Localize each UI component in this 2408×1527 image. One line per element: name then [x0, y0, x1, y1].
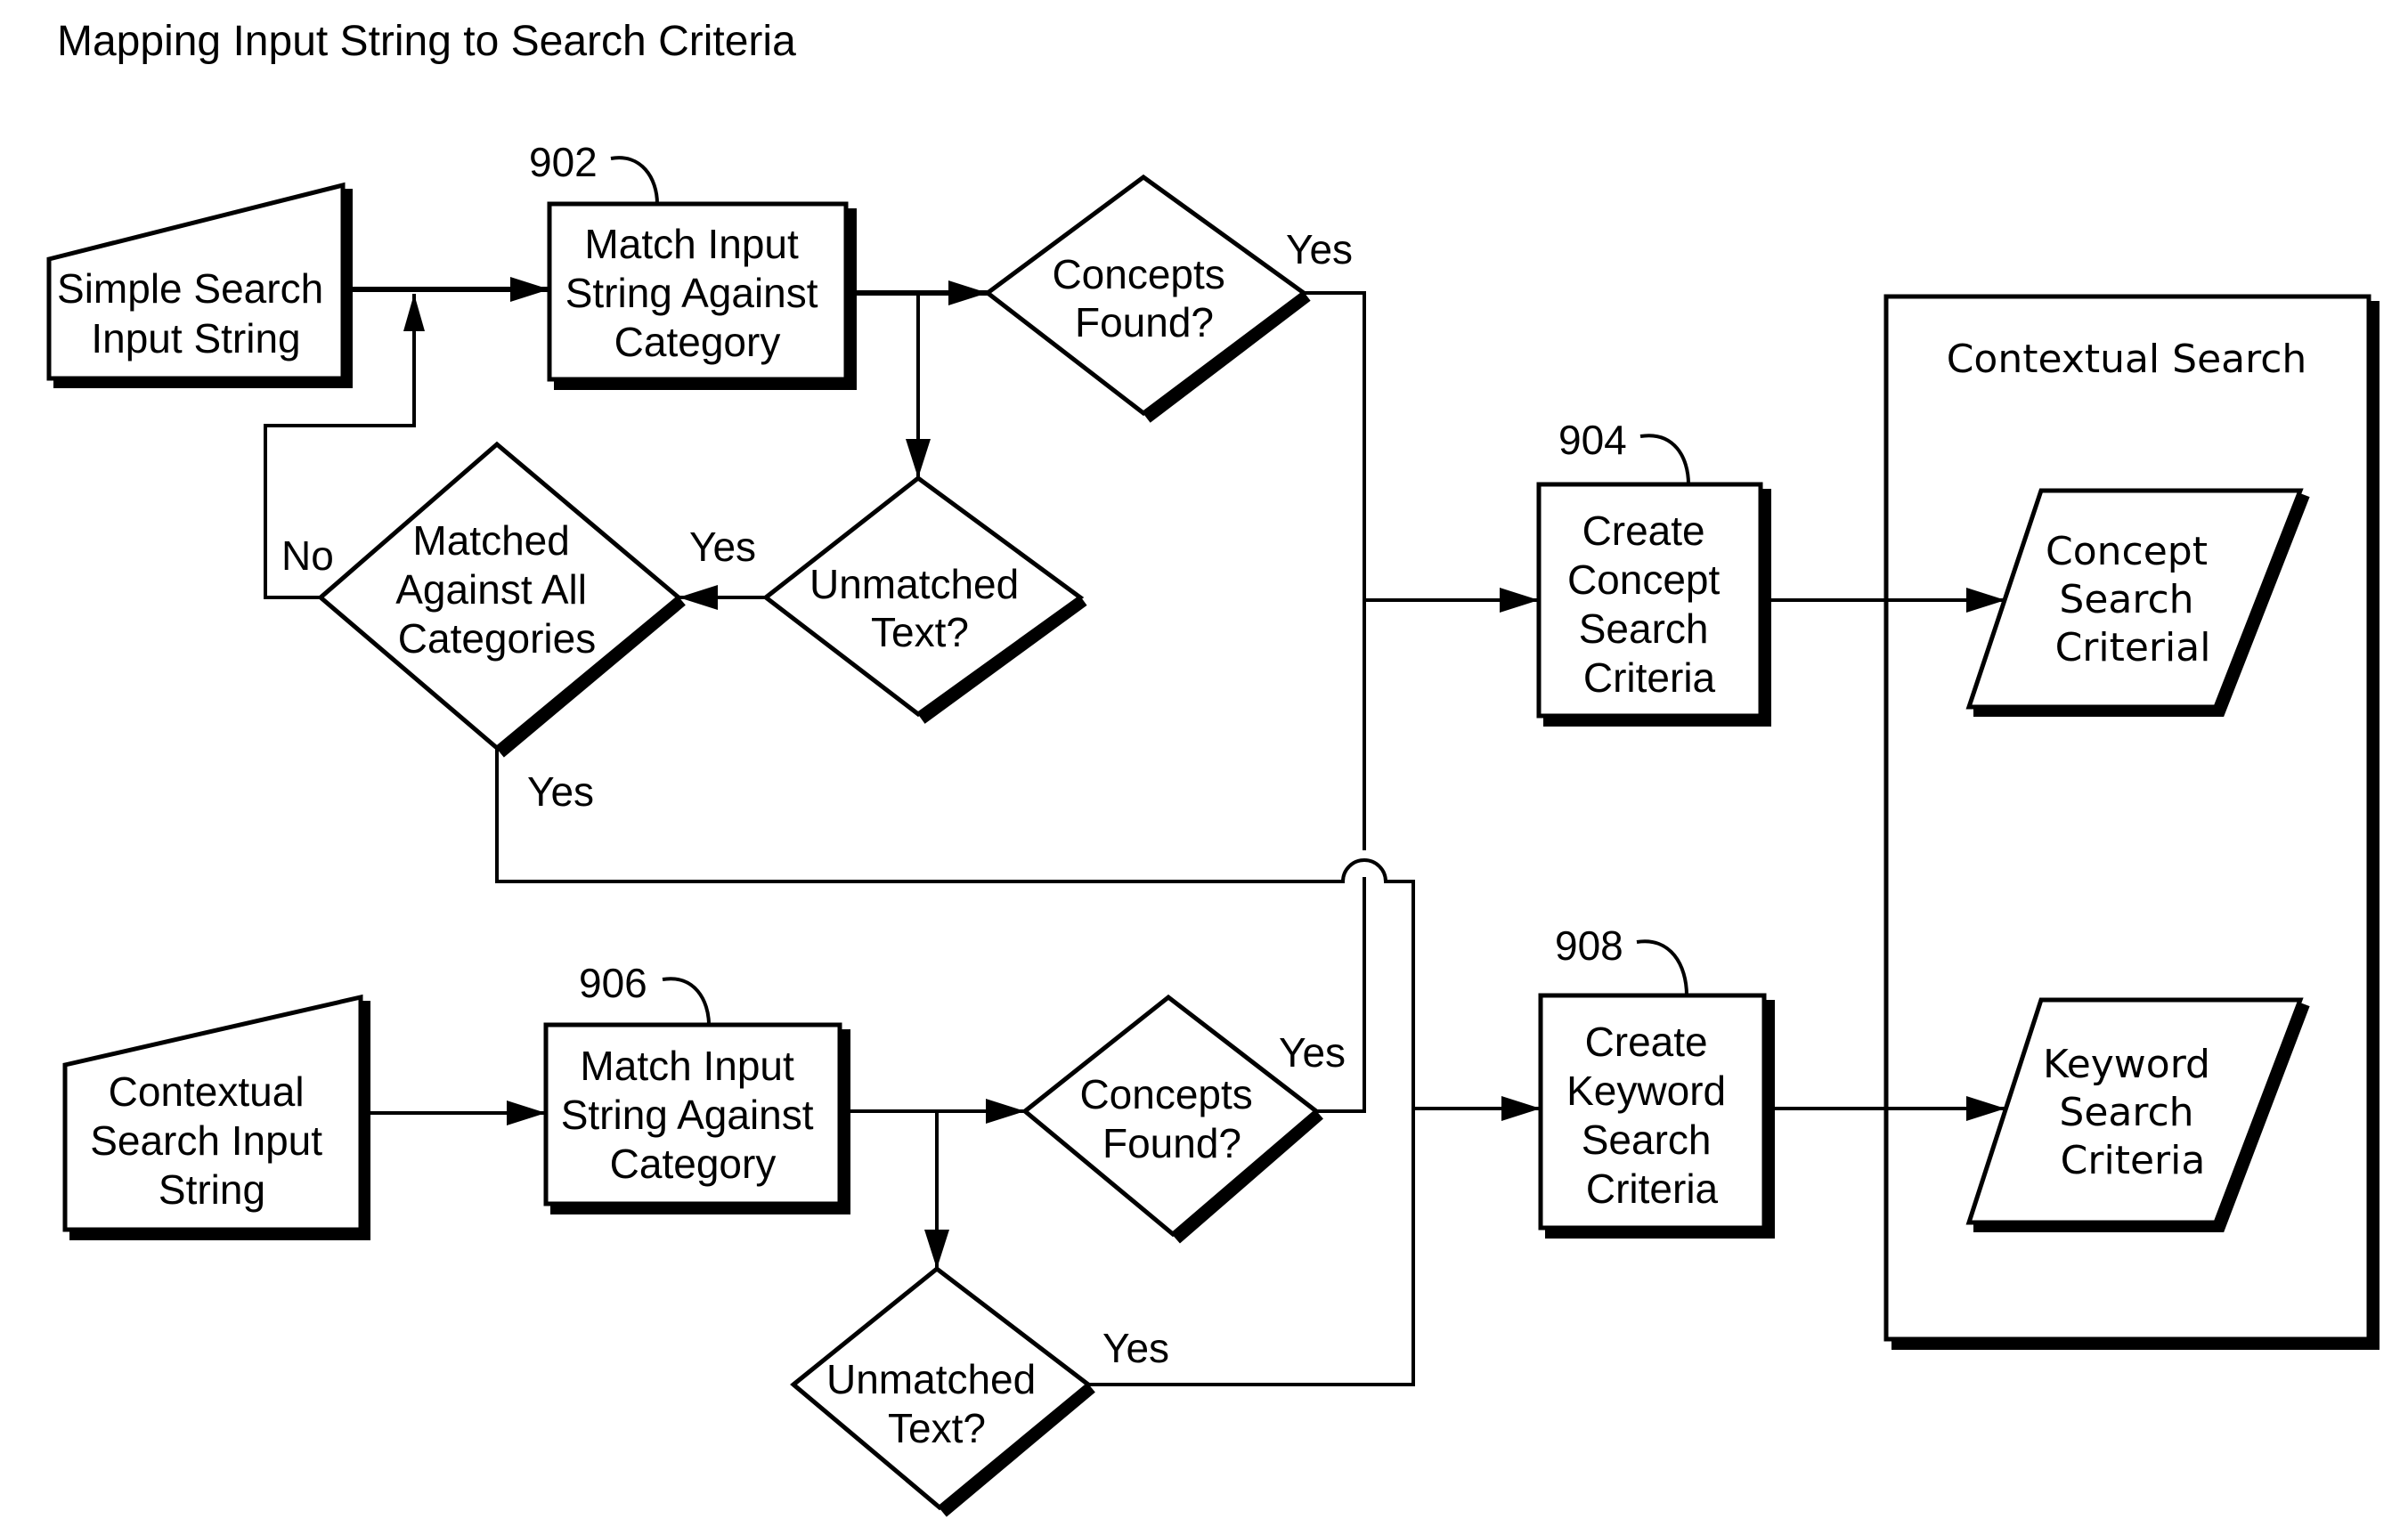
ref-904: 904 [1558, 417, 1627, 463]
label-unmatched-top-yes: Yes [689, 524, 756, 570]
ref-908: 908 [1555, 922, 1623, 969]
decision-matched-all-label: Matched Against All Categories [395, 517, 598, 662]
ref-906: 906 [579, 960, 647, 1006]
decision-unmatched-text-bottom: Unmatched Text? [790, 1265, 1095, 1517]
ref-904-leader [1639, 434, 1690, 485]
decision-concepts-found-bottom: Concepts Found? [1021, 994, 1323, 1244]
decision-concepts-found-top: Concepts Found? [983, 174, 1311, 423]
contextual-search-title: Contextual Search [1947, 337, 2307, 382]
label-matched-yes: Yes [527, 768, 594, 815]
label-unmatched-bottom-yes: Yes [1102, 1325, 1169, 1371]
edge-concepts-bottom-yes [1316, 877, 1366, 1113]
process-908: Create Keyword Search Criteria [1538, 993, 1775, 1239]
process-902: Match Input String Against Category [547, 201, 857, 390]
ref-902-leader [610, 156, 659, 205]
arrowhead-loop [403, 294, 425, 331]
output-keyword-label: Keyword Search Criteria [2043, 1042, 2223, 1183]
ref-902: 902 [529, 139, 598, 185]
simple-search-input-node: Simple Search Input String [46, 182, 353, 388]
process-906: Match Input String Against Category [543, 1022, 850, 1214]
decision-unmatched-text-top: Unmatched Text? [761, 475, 1087, 724]
label-concepts-bottom-yes: Yes [1279, 1029, 1346, 1076]
edge-concepts-top-yes [1304, 291, 1366, 850]
label-matched-no: No [281, 532, 334, 579]
decision-matched-all-categories: Matched Against All Categories [317, 441, 686, 758]
output-concept-label: Concept Search Criterial [2046, 529, 2220, 670]
flowchart-canvas: Mapping Input String to Search Criteria … [46, 18, 2380, 1517]
contextual-search-input-node: Contextual Search Input String [62, 994, 370, 1240]
label-concepts-top-yes: Yes [1286, 226, 1353, 272]
ref-908-leader [1636, 939, 1688, 996]
ref-906-leader [662, 977, 711, 1026]
process-904: Create Concept Search Criteria [1536, 482, 1771, 727]
diagram-title: Mapping Input String to Search Criteria [57, 18, 796, 65]
